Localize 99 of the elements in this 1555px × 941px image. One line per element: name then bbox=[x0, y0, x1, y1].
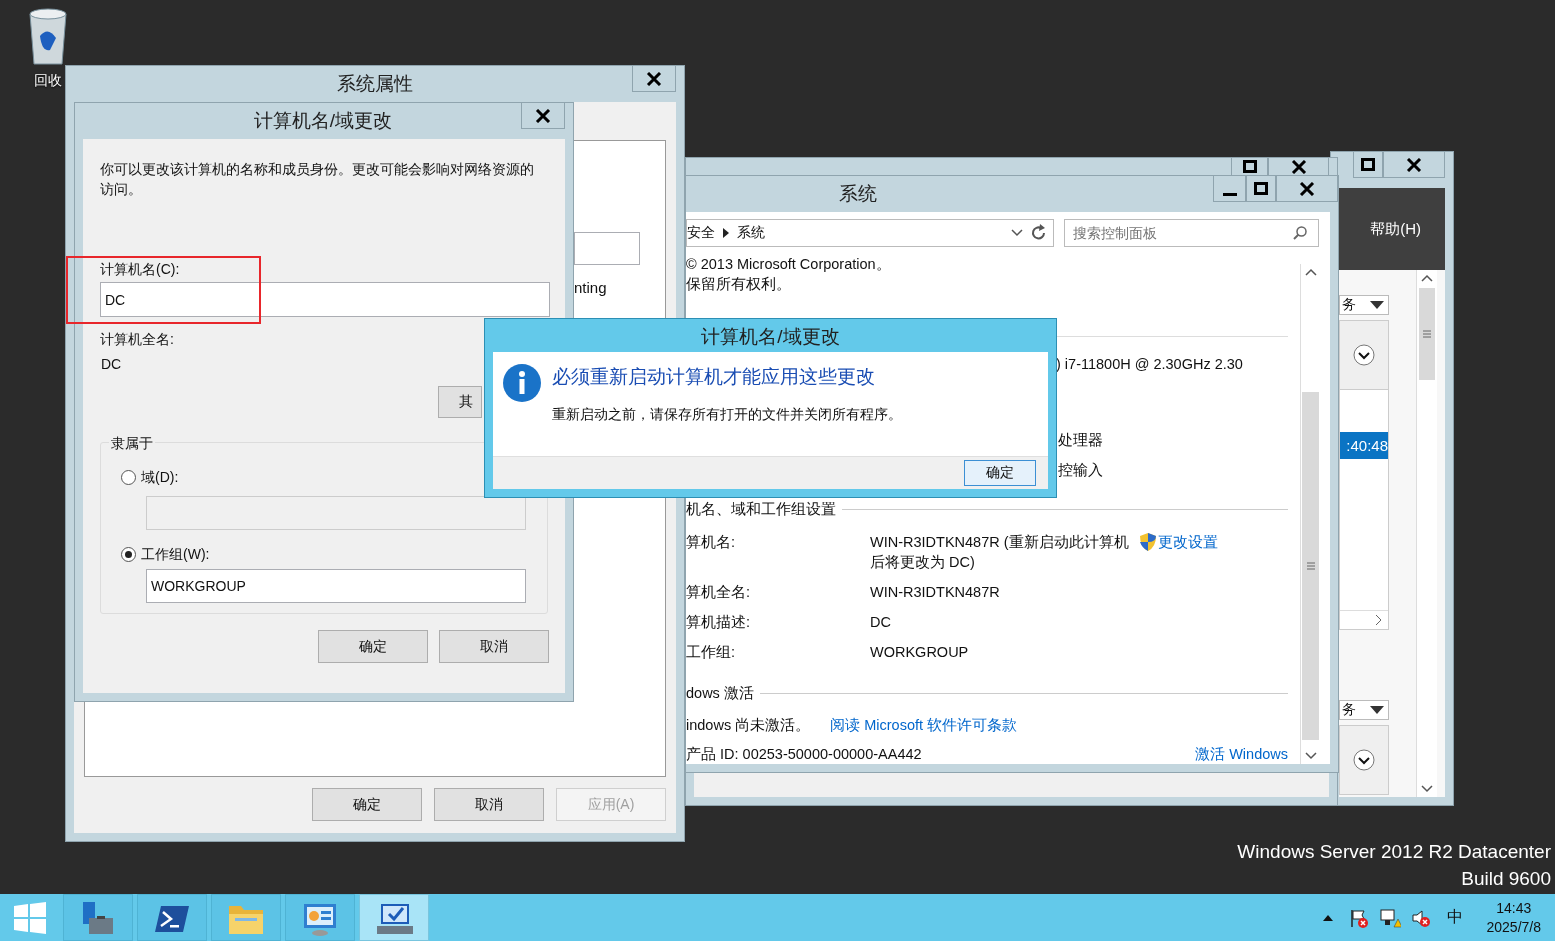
dialog-button[interactable]: 确定 bbox=[312, 788, 422, 821]
caret-down-icon bbox=[1370, 301, 1384, 309]
search-icon[interactable] bbox=[1293, 226, 1307, 240]
close-icon bbox=[646, 71, 662, 86]
property-label: 工作组: bbox=[686, 642, 737, 662]
desktop-icon-label[interactable]: 回收 bbox=[34, 72, 62, 90]
close-icon bbox=[1299, 181, 1315, 196]
maximize-button[interactable] bbox=[1231, 158, 1268, 176]
group-label: 隶属于 bbox=[109, 434, 155, 452]
change-settings-link[interactable]: 更改设置 bbox=[1140, 531, 1218, 552]
dialog-button[interactable]: 取消 bbox=[439, 630, 549, 663]
taskbar-button[interactable] bbox=[359, 894, 429, 941]
section-heading: dows 激活 bbox=[686, 684, 754, 704]
caret-up-icon[interactable] bbox=[1322, 914, 1333, 921]
chevron-down-icon[interactable] bbox=[1011, 229, 1023, 237]
expand-icon[interactable] bbox=[1353, 749, 1375, 771]
radio-button[interactable] bbox=[121, 546, 136, 562]
maximize-button[interactable] bbox=[1353, 152, 1383, 178]
panel-text: nting bbox=[574, 279, 608, 296]
grip-icon bbox=[1423, 330, 1431, 338]
property-value: WORKGROUP bbox=[870, 642, 969, 662]
maximize-icon bbox=[1253, 181, 1269, 196]
property-value: DC bbox=[870, 612, 891, 632]
system-type-text: 控输入 bbox=[1058, 460, 1104, 480]
computer-name-field[interactable]: DC bbox=[100, 282, 550, 317]
maximize-button[interactable] bbox=[1246, 176, 1276, 202]
property-label: 算机描述: bbox=[686, 612, 752, 632]
property-value: WIN-R3IDTKN487R (重新启动此计算机后将更改为 DC) bbox=[870, 532, 1130, 572]
copyright-text: © 2013 Microsoft Corporation。 bbox=[686, 255, 892, 274]
caret-down-icon bbox=[1370, 706, 1384, 714]
dialog-button[interactable]: 取消 bbox=[434, 788, 544, 821]
shield-icon bbox=[1140, 532, 1156, 551]
dropdown[interactable]: 务 bbox=[1339, 295, 1389, 315]
window-title: 计算机名/域更改 bbox=[253, 110, 393, 131]
close-button[interactable] bbox=[521, 103, 565, 129]
expand-icon[interactable] bbox=[1353, 344, 1375, 366]
info-icon bbox=[503, 364, 541, 402]
network-icon[interactable] bbox=[1378, 907, 1401, 928]
taskbar-button[interactable] bbox=[285, 894, 355, 941]
clock[interactable]: 14:43 2025/7/8 bbox=[1486, 898, 1541, 937]
copyright-text: 保留所有权利。 bbox=[686, 275, 792, 294]
maximize-icon bbox=[1360, 157, 1376, 172]
description-text: 你可以更改该计算机的名称和成员身份。更改可能会影响对网络资源的访问。 bbox=[100, 160, 535, 199]
edition-text: Windows Server 2012 R2 Datacenter bbox=[1237, 840, 1551, 864]
full-name-value: DC bbox=[100, 355, 123, 374]
breadcrumb-item[interactable]: 安全 bbox=[687, 224, 715, 242]
start-icon[interactable] bbox=[14, 901, 46, 934]
scrollbar[interactable] bbox=[1416, 270, 1437, 797]
dropdown[interactable]: 务 bbox=[1339, 700, 1389, 720]
close-button[interactable] bbox=[1276, 176, 1338, 202]
grip-icon bbox=[1306, 562, 1315, 570]
recycle-bin-icon bbox=[26, 6, 70, 66]
address-bar[interactable]: 安全 系统 bbox=[686, 219, 1054, 247]
radio-label: 工作组(W): bbox=[141, 545, 210, 564]
window-title: 计算机名/域更改 bbox=[701, 326, 840, 347]
license-link[interactable]: 阅读 Microsoft 软件许可条款 bbox=[830, 715, 1018, 735]
ok-button[interactable]: 确定 bbox=[964, 460, 1036, 486]
list-row[interactable]: :40:48 bbox=[1340, 432, 1388, 459]
close-icon bbox=[1290, 159, 1307, 174]
message-heading: 必须重新启动计算机才能应用这些更改 bbox=[552, 365, 876, 389]
product-id: 产品 ID: 00253-50000-00000-AA442 bbox=[686, 744, 922, 764]
close-icon bbox=[535, 108, 551, 123]
radio-button[interactable] bbox=[121, 469, 136, 485]
breadcrumb-arrow-icon bbox=[723, 228, 729, 238]
system-type-text: 处理器 bbox=[1058, 431, 1104, 451]
taskbar-button[interactable] bbox=[137, 894, 207, 941]
property-label: 算机全名: bbox=[686, 582, 752, 602]
search-field[interactable]: 搜索控制面板 bbox=[1064, 219, 1319, 247]
speaker-muted-icon[interactable] bbox=[1410, 907, 1431, 928]
minimize-button[interactable] bbox=[1213, 176, 1246, 202]
edition-text: Build 9600 bbox=[1461, 867, 1551, 891]
refresh-icon[interactable] bbox=[1031, 224, 1047, 242]
window-title: 系统 bbox=[838, 183, 877, 204]
message-text: 重新启动之前，请保存所有打开的文件并关闭所有程序。 bbox=[552, 406, 902, 424]
activate-link[interactable]: 激活 Windows bbox=[1195, 744, 1288, 764]
close-button[interactable] bbox=[1268, 158, 1329, 176]
window-title: 系统属性 bbox=[337, 73, 413, 94]
maximize-icon bbox=[1241, 159, 1258, 174]
taskbar-button[interactable] bbox=[63, 894, 133, 941]
breadcrumb-item[interactable]: 系统 bbox=[737, 224, 765, 242]
close-button[interactable] bbox=[1383, 152, 1445, 178]
flag-icon[interactable] bbox=[1348, 907, 1369, 928]
field-label: 计算机名(C): bbox=[100, 260, 181, 279]
more-button[interactable]: 其 bbox=[438, 386, 482, 418]
section-heading: 机名、域和工作组设置 bbox=[686, 499, 836, 519]
radio-label: 域(D): bbox=[141, 468, 179, 487]
menu-item[interactable]: 帮助(H) bbox=[1370, 219, 1421, 239]
dialog-button[interactable]: 确定 bbox=[318, 630, 428, 663]
property-value: WIN-R3IDTKN487R bbox=[870, 582, 1000, 602]
text-field[interactable] bbox=[574, 232, 640, 265]
close-icon bbox=[1406, 157, 1422, 172]
close-button[interactable] bbox=[632, 66, 676, 92]
scrollbar[interactable] bbox=[1300, 264, 1320, 764]
minimize-icon bbox=[1221, 193, 1238, 196]
property-label: 算机名: bbox=[686, 532, 737, 552]
text-field[interactable]: WORKGROUP bbox=[146, 569, 526, 603]
field-label: 计算机全名: bbox=[100, 330, 175, 349]
activation-status: indows 尚未激活。 bbox=[686, 715, 811, 735]
input-language[interactable]: 中 bbox=[1446, 907, 1463, 928]
